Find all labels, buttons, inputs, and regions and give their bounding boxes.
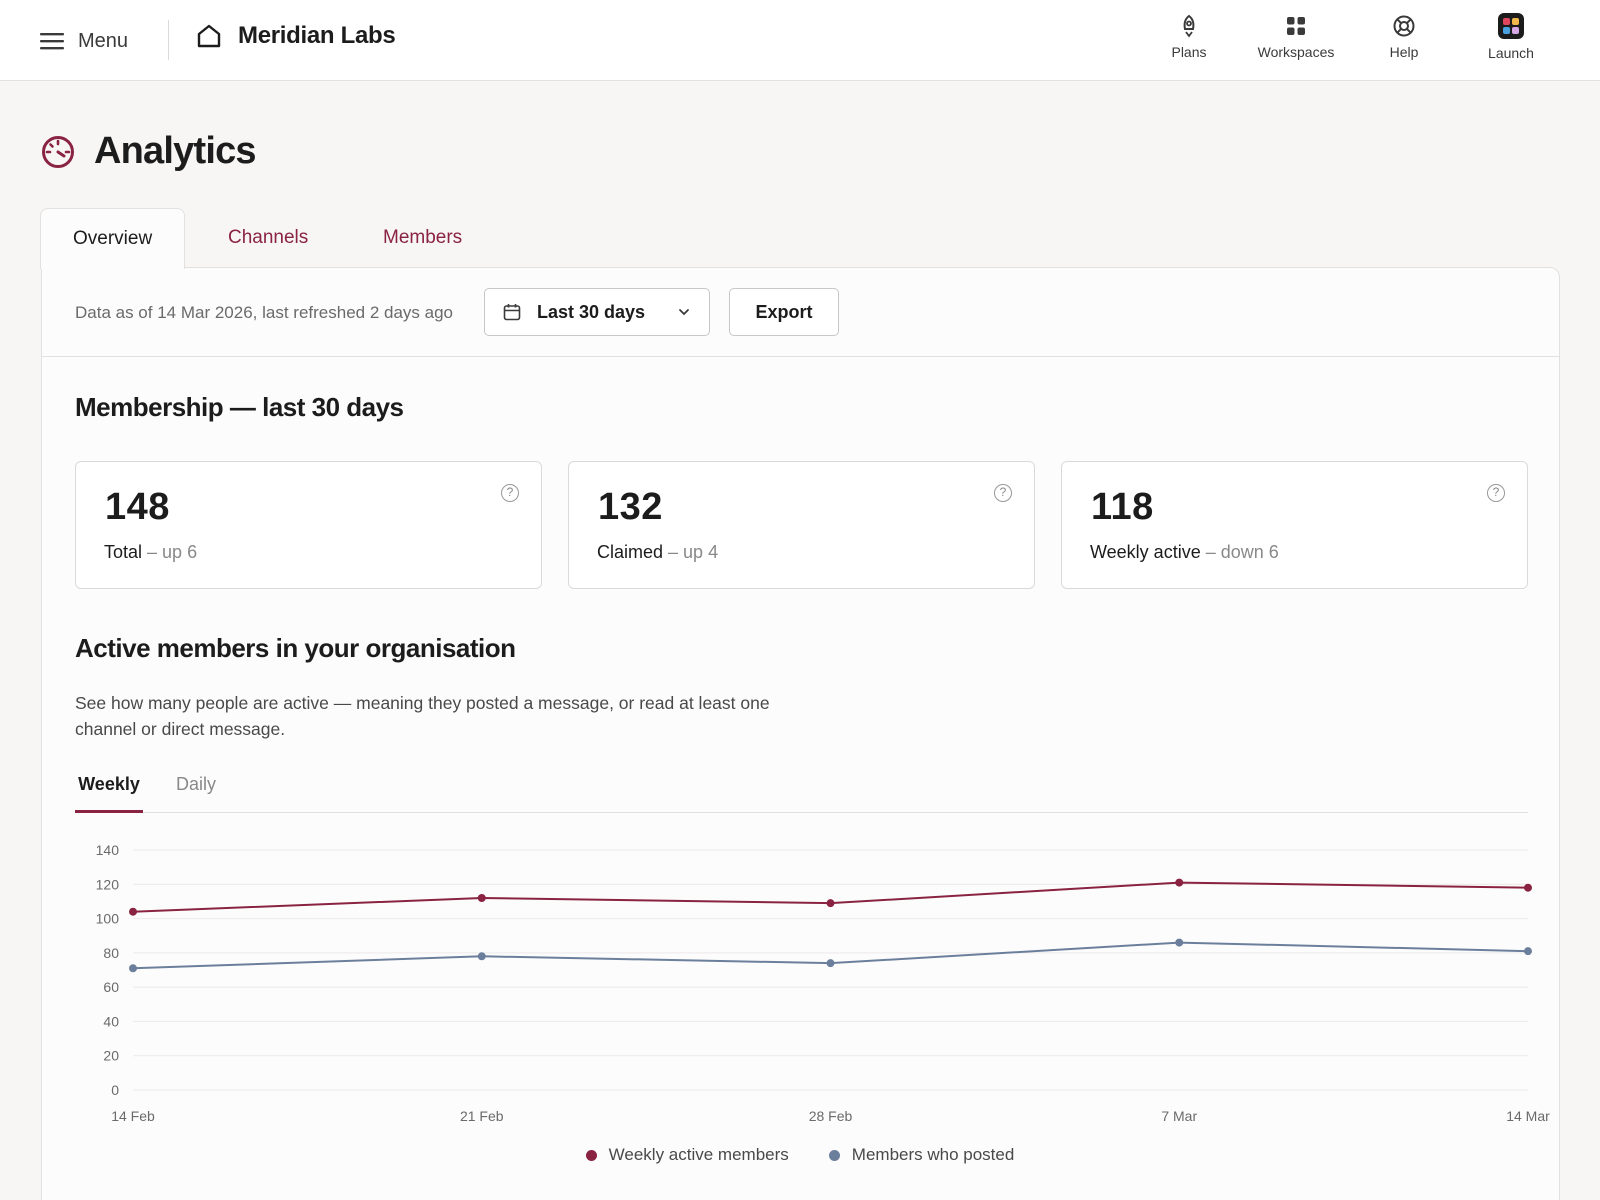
stat-delta: up 6 [162, 542, 198, 562]
y-tick-label: 140 [96, 842, 120, 858]
date-range-value: Last 30 days [537, 301, 646, 322]
nav-launch[interactable]: Launch [1456, 12, 1566, 70]
data-point [1524, 883, 1532, 892]
page-title: Analytics [94, 130, 257, 172]
calendar-icon [503, 304, 521, 321]
workspace-name: Meridian Labs [238, 22, 396, 49]
toolbar: Data as of 14 Mar 2026, last refreshed 2… [42, 268, 1559, 357]
stat-value: 118 [1091, 486, 1154, 528]
data-point [826, 959, 835, 968]
stat-label: Total – up 6 [104, 542, 198, 562]
app-tile-icon [1498, 13, 1524, 39]
divider [168, 20, 169, 60]
y-tick-label: 60 [103, 979, 119, 995]
data-point [129, 964, 137, 973]
y-tick-label: 100 [96, 911, 120, 927]
legend-swatch [828, 1149, 840, 1161]
stat-card-claimed: 132 Claimed – up 4 ? [568, 461, 1035, 589]
active-members-heading: Active members in your organisation [75, 633, 516, 663]
legend-swatch [585, 1149, 597, 1161]
date-range-dropdown[interactable]: Last 30 days [484, 288, 710, 336]
page-heading: Analytics [40, 130, 257, 173]
data-point [477, 952, 486, 961]
tab-daily[interactable]: Daily [176, 768, 216, 813]
help-icon[interactable]: ? [501, 484, 519, 502]
y-tick-label: 40 [103, 1013, 119, 1029]
help-icon[interactable]: ? [994, 484, 1012, 502]
stat-card-weekly-active: 118 Weekly active – down 6 ? [1061, 461, 1528, 589]
stat-label: Claimed – up 4 [597, 542, 719, 562]
data-point [1175, 938, 1184, 947]
nav-label: Plans [1171, 44, 1207, 60]
grid-icon [1287, 17, 1305, 35]
menu-label: Menu [78, 29, 129, 52]
x-tick-label: 7 Mar [1161, 1108, 1197, 1124]
stat-value: 132 [598, 486, 663, 528]
stat-value: 148 [105, 486, 170, 528]
overview-panel: Data as of 14 Mar 2026, last refreshed 2… [41, 267, 1560, 1200]
nav-workspaces[interactable]: Workspaces [1241, 12, 1351, 70]
nav-label: Help [1389, 44, 1419, 60]
lifebuoy-icon [1393, 15, 1415, 37]
home-icon [197, 24, 221, 48]
tab-members[interactable]: Members [351, 208, 494, 268]
granularity-tabs: Weekly Daily [75, 768, 1528, 813]
data-freshness-text: Data as of 14 Mar 2026, last refreshed 2… [75, 303, 454, 322]
tab-channels[interactable]: Channels [196, 208, 340, 268]
top-bar: Menu Meridian Labs Plans Workspaces Help… [0, 0, 1600, 81]
series-line-weekly-active [132, 881, 1529, 913]
nav-plans[interactable]: Plans [1134, 12, 1244, 70]
stat-delta: down 6 [1220, 542, 1279, 562]
legend-item: Members who posted [828, 1140, 1015, 1170]
tab-weekly[interactable]: Weekly [75, 768, 143, 813]
menu-button[interactable]: Menu [40, 24, 128, 58]
x-tick-label: 14 Mar [1506, 1108, 1550, 1124]
stat-label: Weekly active – down 6 [1090, 542, 1279, 562]
help-icon[interactable]: ? [1487, 484, 1505, 502]
x-tick-label: 28 Feb [809, 1108, 853, 1124]
y-tick-label: 80 [103, 945, 119, 961]
nav-label: Launch [1488, 45, 1534, 61]
export-button[interactable]: Export [729, 288, 839, 336]
active-members-chart: 0 20 40 60 80 100 120 140 14 Feb 21 Feb 28 Feb 7 Ma… [96, 842, 1550, 1124]
stat-delta: up 4 [683, 542, 719, 562]
data-point [1524, 947, 1532, 956]
gauge-icon [42, 135, 74, 168]
membership-heading: Membership — last 30 days [75, 392, 404, 422]
legend-label: Weekly active members [608, 1145, 789, 1164]
active-members-description: See how many people are active — meaning… [75, 693, 770, 739]
hamburger-icon [40, 33, 64, 50]
chart-legend: Weekly active members Members who posted [0, 1140, 1600, 1170]
y-tick-label: 20 [103, 1048, 119, 1064]
legend-item: Weekly active members [585, 1140, 789, 1170]
y-tick-label: 0 [111, 1082, 119, 1098]
tab-overview[interactable]: Overview [40, 208, 186, 269]
y-tick-label: 120 [96, 876, 120, 892]
legend-label: Members who posted [851, 1145, 1015, 1164]
nav-help[interactable]: Help [1349, 12, 1459, 70]
data-point [826, 899, 835, 908]
nav-label: Workspaces [1257, 44, 1335, 60]
home-link[interactable]: Meridian Labs [196, 22, 396, 50]
chevron-down-icon [679, 309, 689, 316]
x-tick-label: 14 Feb [111, 1108, 155, 1124]
stat-card-total: 148 Total – up 6 ? [75, 461, 542, 589]
rocket-icon [1183, 14, 1195, 38]
data-point [477, 894, 486, 902]
data-point [1175, 878, 1184, 887]
x-tick-label: 21 Feb [460, 1108, 504, 1124]
data-point [129, 907, 137, 916]
